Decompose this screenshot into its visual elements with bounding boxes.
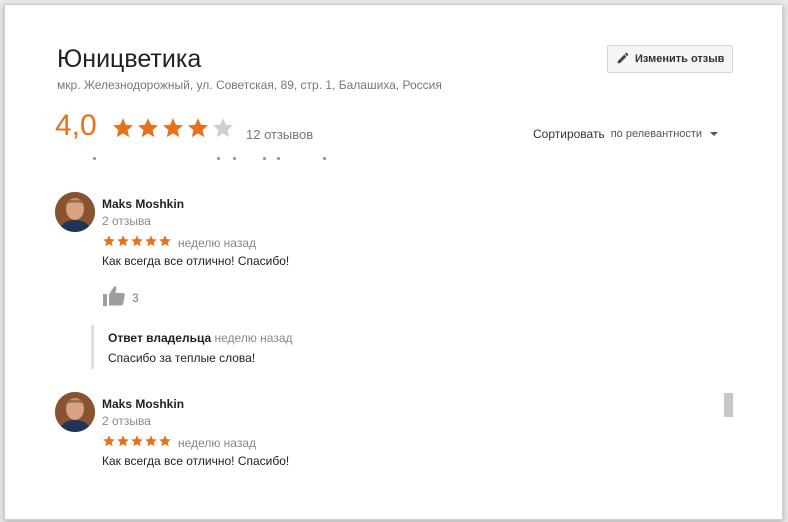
review-stars xyxy=(102,434,172,453)
star-icon xyxy=(158,434,172,453)
star-icon xyxy=(161,116,186,145)
star-icon xyxy=(116,234,130,253)
author-review-count: 2 отзыва xyxy=(102,214,151,228)
star-icon xyxy=(116,434,130,453)
owner-reply-text: Спасибо за теплые слова! xyxy=(108,351,256,365)
place-address: мкр. Железнодорожный, ул. Советская, 89,… xyxy=(57,78,442,92)
pencil-icon xyxy=(616,51,630,68)
review-date: неделю назад xyxy=(178,436,256,450)
sort-value: по релевантности xyxy=(610,128,703,140)
like-button[interactable]: 3 xyxy=(102,285,139,310)
sort-label: Сортировать xyxy=(533,127,605,141)
place-title: Юницветика xyxy=(57,45,202,73)
star-icon xyxy=(144,234,158,253)
star-icon xyxy=(102,234,116,253)
owner-reply: Ответ владельца неделю назад Спасибо за … xyxy=(91,325,408,369)
sort-dropdown[interactable]: Сортировать по релевантности xyxy=(533,127,719,141)
author-review-count: 2 отзыва xyxy=(102,414,151,428)
owner-reply-date: неделю назад xyxy=(214,331,293,345)
review-author[interactable]: Maks Moshkin xyxy=(102,197,184,211)
star-icon xyxy=(144,434,158,453)
thumbs-up-icon xyxy=(102,285,126,310)
star-icon xyxy=(136,116,161,145)
owner-reply-label: Ответ владельца xyxy=(108,331,212,345)
owner-reply-header: Ответ владельца неделю назад xyxy=(108,331,408,345)
edit-review-label: Изменить отзыв xyxy=(635,53,725,65)
review-text: Как всегда все отлично! Спасибо! xyxy=(102,254,290,268)
scrollbar-thumb[interactable] xyxy=(724,393,733,417)
rating-value: 4,0 xyxy=(55,109,97,142)
review-date: неделю назад xyxy=(178,236,256,250)
review-count: 12 отзывов xyxy=(246,127,314,142)
star-icon xyxy=(111,116,136,145)
reviews-dialog: Юницветика мкр. Железнодорожный, ул. Сов… xyxy=(4,4,783,520)
star-empty-icon xyxy=(211,116,236,145)
star-icon xyxy=(130,434,144,453)
review-author[interactable]: Maks Moshkin xyxy=(102,397,184,411)
star-icon xyxy=(130,234,144,253)
clipped-content xyxy=(93,157,333,163)
avatar[interactable] xyxy=(55,392,95,432)
chevron-down-icon xyxy=(710,132,719,136)
star-icon xyxy=(186,116,211,145)
review-stars xyxy=(102,234,172,253)
rating-stars xyxy=(111,116,236,145)
star-icon xyxy=(158,234,172,253)
like-count: 3 xyxy=(132,290,139,305)
star-icon xyxy=(102,434,116,453)
review-text: Как всегда все отлично! Спасибо! xyxy=(102,454,290,468)
avatar[interactable] xyxy=(55,192,95,232)
edit-review-button[interactable]: Изменить отзыв xyxy=(607,45,733,73)
